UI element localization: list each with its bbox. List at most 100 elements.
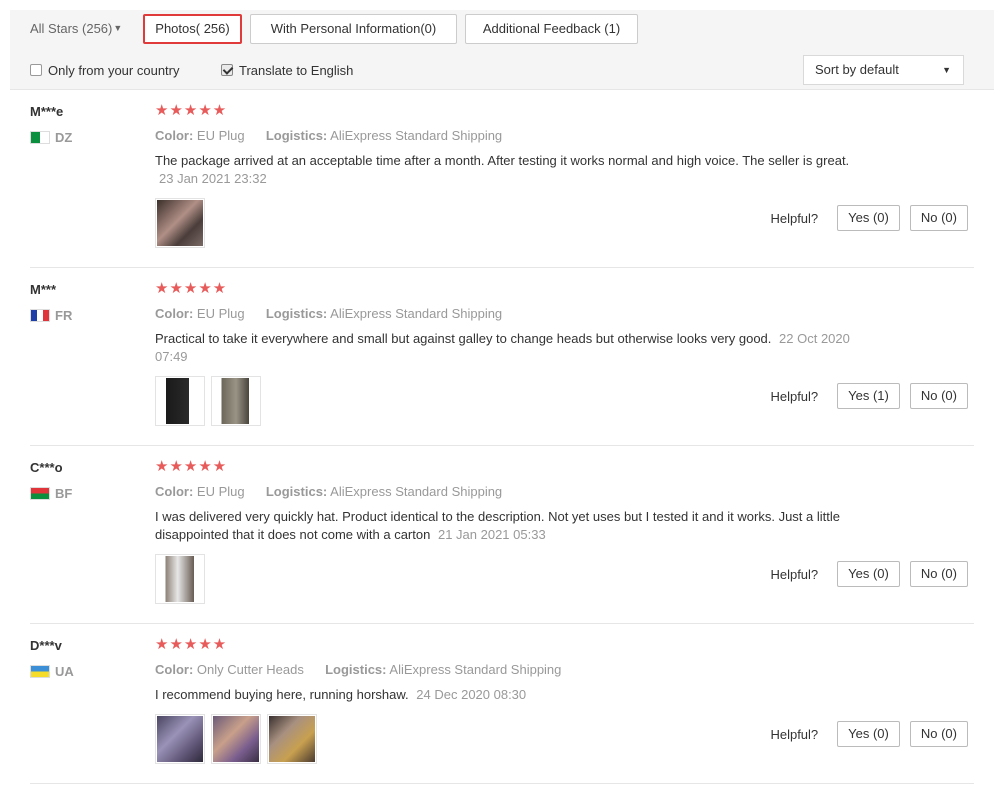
helpful-label: Helpful?	[770, 726, 819, 742]
review-date: 21 Jan 2021 05:33	[437, 527, 546, 542]
review-photos	[155, 714, 317, 764]
reviewer-name: C***o	[30, 460, 63, 475]
helpful-yes-button[interactable]: Yes (0)	[837, 561, 900, 587]
review-meta: Color: EU Plug Logistics: AliExpress Sta…	[155, 128, 502, 143]
flag-dz-icon	[30, 131, 50, 144]
flag-bf-icon	[30, 487, 50, 500]
logistics-value: AliExpress Standard Shipping	[330, 128, 503, 143]
review-item: M*** FR ★★★★★ Color: EU Plug Logistics: …	[30, 268, 974, 446]
logistics-label: Logistics:	[265, 484, 328, 499]
helpful-controls: Helpful? Yes (0) No (0)	[770, 205, 968, 231]
tab-photos[interactable]: Photos( 256)	[143, 14, 242, 44]
tab-personal-info[interactable]: With Personal Information(0)	[250, 14, 457, 44]
review-meta: Color: Only Cutter Heads Logistics: AliE…	[155, 662, 561, 677]
logistics-label: Logistics:	[265, 128, 328, 143]
review-text: Practical to take it everywhere and smal…	[155, 330, 855, 366]
color-value: EU Plug	[196, 484, 245, 499]
color-label: Color:	[155, 306, 194, 321]
review-photo-thumb[interactable]	[155, 554, 205, 604]
review-photos	[155, 376, 261, 426]
review-item: D***v UA ★★★★★ Color: Only Cutter Heads …	[30, 624, 974, 784]
helpful-yes-button[interactable]: Yes (0)	[837, 205, 900, 231]
color-label: Color:	[155, 128, 194, 143]
reviewer-country: FR	[30, 308, 72, 323]
country-code: FR	[55, 308, 73, 323]
helpful-controls: Helpful? Yes (0) No (0)	[770, 561, 968, 587]
helpful-label: Helpful?	[770, 210, 819, 226]
review-photo-thumb[interactable]	[155, 198, 205, 248]
color-value: EU Plug	[196, 128, 245, 143]
rating-stars-icon: ★★★★★	[155, 280, 228, 297]
color-label: Color:	[155, 662, 194, 677]
reviewer-name: M***e	[30, 104, 64, 119]
helpful-label: Helpful?	[770, 388, 819, 404]
only-country-label: Only from your country	[48, 62, 180, 78]
logistics-value: AliExpress Standard Shipping	[330, 484, 503, 499]
review-meta: Color: EU Plug Logistics: AliExpress Sta…	[155, 306, 502, 321]
tab-additional-feedback-label: Additional Feedback (1)	[482, 21, 621, 36]
review-text: I recommend buying here, running horshaw…	[155, 686, 855, 704]
reviewer-country: UA	[30, 664, 74, 679]
helpful-no-button[interactable]: No (0)	[909, 561, 968, 587]
filter-bar: All Stars (256)▼ Photos( 256) With Perso…	[10, 10, 994, 90]
reviewer-name: D***v	[30, 638, 62, 653]
review-body: Practical to take it everywhere and smal…	[155, 331, 772, 346]
country-code: UA	[55, 664, 74, 679]
review-photos	[155, 198, 205, 248]
helpful-controls: Helpful? Yes (0) No (0)	[770, 721, 968, 747]
review-photo-thumb[interactable]	[211, 376, 261, 426]
tab-additional-feedback[interactable]: Additional Feedback (1)	[465, 14, 638, 44]
helpful-yes-button[interactable]: Yes (1)	[837, 383, 900, 409]
logistics-label: Logistics:	[325, 662, 387, 677]
review-date: 24 Dec 2020 08:30	[416, 687, 527, 702]
review-photos	[155, 554, 205, 604]
helpful-yes-button[interactable]: Yes (0)	[837, 721, 900, 747]
color-label: Color:	[155, 484, 194, 499]
reviewer-country: BF	[30, 486, 72, 501]
helpful-no-button[interactable]: No (0)	[909, 383, 968, 409]
review-photo-thumb[interactable]	[155, 376, 205, 426]
all-stars-label: All Stars (256)	[30, 21, 113, 36]
review-body: I recommend buying here, running horshaw…	[155, 687, 409, 702]
review-photo-thumb[interactable]	[211, 714, 261, 764]
review-item: M***e DZ ★★★★★ Color: EU Plug Logistics:…	[30, 90, 974, 268]
logistics-label: Logistics:	[265, 306, 328, 321]
reviewer-country: DZ	[30, 130, 72, 145]
tab-photos-label: Photos( 256)	[155, 21, 230, 36]
tab-personal-info-label: With Personal Information(0)	[270, 21, 437, 36]
helpful-label: Helpful?	[770, 566, 819, 582]
chevron-down-icon: ▼	[942, 65, 951, 75]
review-photo-thumb[interactable]	[267, 714, 317, 764]
checkbox-unchecked-icon[interactable]	[30, 64, 42, 76]
review-date: 23 Jan 2021 23:32	[159, 171, 267, 186]
rating-stars-icon: ★★★★★	[155, 102, 228, 119]
logistics-value: AliExpress Standard Shipping	[330, 306, 503, 321]
rating-stars-icon: ★★★★★	[155, 458, 228, 475]
all-stars-dropdown[interactable]: All Stars (256)▼	[30, 14, 130, 44]
sort-label: Sort by default	[815, 62, 899, 77]
color-value: EU Plug	[196, 306, 245, 321]
checkbox-checked-icon[interactable]	[221, 64, 233, 76]
review-text: I was delivered very quickly hat. Produc…	[155, 508, 885, 544]
reviewer-name: M***	[30, 282, 57, 297]
review-photo-thumb[interactable]	[155, 714, 205, 764]
helpful-no-button[interactable]: No (0)	[909, 721, 968, 747]
helpful-no-button[interactable]: No (0)	[909, 205, 968, 231]
chevron-down-icon: ▼	[113, 23, 123, 33]
flag-ua-icon	[30, 665, 50, 678]
country-code: DZ	[55, 130, 73, 145]
review-body: The package arrived at an acceptable tim…	[155, 153, 850, 168]
translate-checkbox[interactable]: Translate to English	[221, 62, 353, 78]
review-text: The package arrived at an acceptable tim…	[155, 152, 855, 188]
translate-label: Translate to English	[239, 62, 354, 78]
color-value: Only Cutter Heads	[196, 662, 304, 677]
logistics-value: AliExpress Standard Shipping	[389, 662, 562, 677]
sort-select[interactable]: Sort by default ▼	[803, 55, 964, 85]
review-item: C***o BF ★★★★★ Color: EU Plug Logistics:…	[30, 446, 974, 624]
helpful-controls: Helpful? Yes (1) No (0)	[770, 383, 968, 409]
country-code: BF	[55, 486, 73, 501]
flag-fr-icon	[30, 309, 50, 322]
only-country-checkbox[interactable]: Only from your country	[30, 62, 180, 78]
rating-stars-icon: ★★★★★	[155, 636, 228, 653]
review-meta: Color: EU Plug Logistics: AliExpress Sta…	[155, 484, 502, 499]
